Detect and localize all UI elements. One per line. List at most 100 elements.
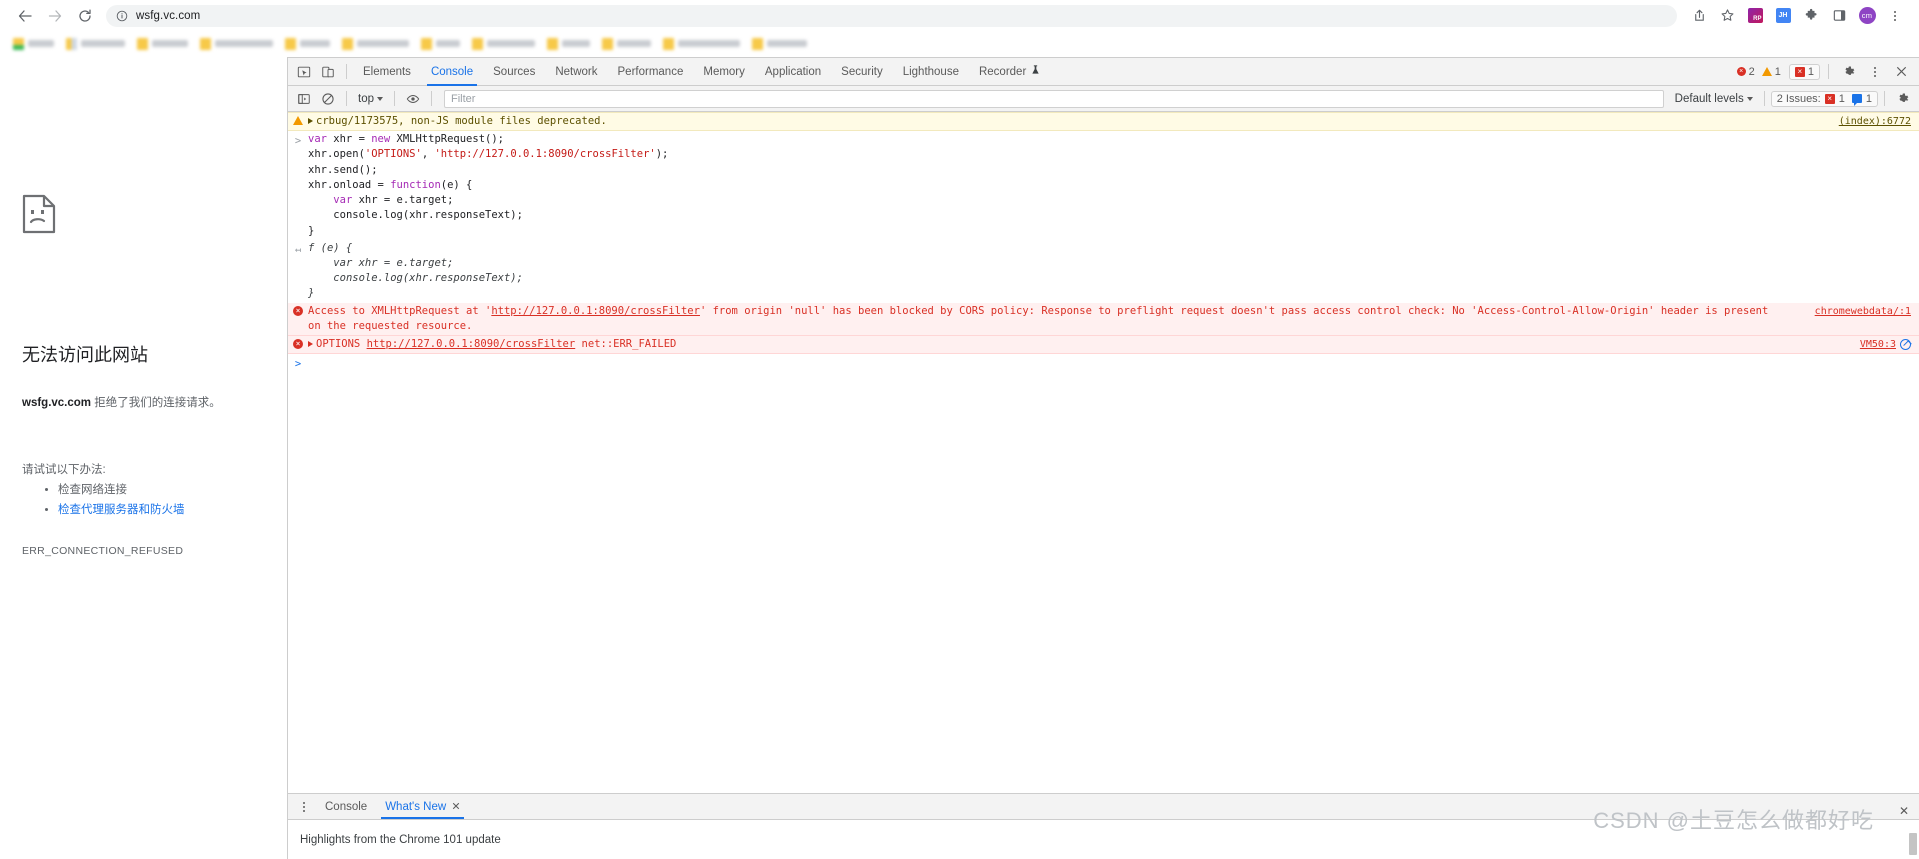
gear-icon[interactable] <box>1837 60 1861 84</box>
tab-lighthouse[interactable]: Lighthouse <box>893 58 969 86</box>
profile-avatar[interactable]: cm <box>1853 2 1881 30</box>
back-arrow-icon[interactable] <box>10 1 40 31</box>
address-bar[interactable]: wsfg.vc.com <box>106 4 1677 27</box>
site-info-icon[interactable] <box>116 10 128 22</box>
favicon <box>752 37 763 50</box>
browser-toolbar: wsfg.vc.com RP JH cm <box>0 0 1919 31</box>
extension-rp-badge: RP <box>1747 8 1763 23</box>
extension-rp-icon[interactable]: RP <box>1741 2 1769 30</box>
bookmark-item[interactable] <box>8 34 59 54</box>
console-message-input[interactable]: > var xhr = new XMLHttpRequest(); xhr.op… <box>288 131 1919 240</box>
console-return-value: f (e) { var xhr = e.target; console.log(… <box>308 241 523 300</box>
issues-counter[interactable]: × 1 <box>1788 63 1820 80</box>
share-icon[interactable] <box>1685 2 1713 30</box>
console-message-warning[interactable]: crbug/1173575, non-JS module files depre… <box>288 112 1919 132</box>
tab-sources[interactable]: Sources <box>483 58 545 86</box>
three-dot-glyph <box>297 801 311 812</box>
drawer-close-icon[interactable]: ✕ <box>1899 804 1909 818</box>
favicon <box>342 37 353 50</box>
devtools-menu-icon[interactable] <box>1863 60 1887 84</box>
forward-arrow-icon[interactable] <box>40 1 70 31</box>
bookmark-item[interactable] <box>416 34 465 54</box>
bookmark-label <box>487 40 535 47</box>
bookmark-item[interactable] <box>597 34 656 54</box>
console-filter-input[interactable]: Filter <box>444 89 1664 108</box>
bookmark-item[interactable] <box>337 34 414 54</box>
inspect-element-icon[interactable] <box>292 60 316 84</box>
bookmark-item[interactable] <box>747 34 812 54</box>
suggestion-item[interactable]: 检查代理服务器和防火墙 <box>58 501 185 521</box>
console-settings-gear-icon[interactable] <box>1891 87 1915 111</box>
tab-label: Lighthouse <box>902 65 959 78</box>
drawer-tab-label: Console <box>325 800 368 813</box>
error-warning-counters[interactable]: × 2 1 <box>1731 64 1787 80</box>
bookmark-item[interactable] <box>280 34 335 54</box>
bookmark-item[interactable] <box>658 34 745 54</box>
log-levels-value: Default levels <box>1674 92 1744 105</box>
bookmark-item[interactable] <box>542 34 595 54</box>
expand-arrow-icon[interactable] <box>308 341 313 348</box>
bookmark-item[interactable] <box>61 34 130 54</box>
console-message-error-cors[interactable]: × Access to XMLHttpRequest at 'http://12… <box>288 302 1919 337</box>
drawer-menu-icon[interactable] <box>292 795 316 819</box>
error-text-prefix: Access to XMLHttpRequest at ' <box>308 304 492 317</box>
tab-elements[interactable]: Elements <box>353 58 421 86</box>
tab-network[interactable]: Network <box>545 58 607 86</box>
console-prompt-icon: > <box>294 358 302 371</box>
error-icon: × <box>288 337 308 352</box>
side-panel-icon[interactable] <box>1825 2 1853 30</box>
neterror-source-link[interactable]: VM50:3 <box>1860 338 1911 353</box>
address-bar-url: wsfg.vc.com <box>136 9 201 22</box>
bookmarks-bar[interactable] <box>0 31 1919 57</box>
close-devtools-icon[interactable] <box>1889 60 1913 84</box>
tab-console[interactable]: Console <box>421 58 483 86</box>
console-error-text: Access to XMLHttpRequest at 'http://127.… <box>308 304 1919 334</box>
reload-icon[interactable] <box>70 1 100 31</box>
favicon <box>472 37 483 50</box>
drawer-tab-console[interactable]: Console <box>316 794 376 819</box>
tab-application[interactable]: Application <box>755 58 831 86</box>
favicon <box>285 37 296 50</box>
bookmark-item[interactable] <box>467 34 540 54</box>
extension-jh-icon[interactable]: JH <box>1769 2 1797 30</box>
bookmark-item[interactable] <box>195 34 278 54</box>
bookmark-label <box>436 40 460 47</box>
drawer-scrollbar-thumb[interactable] <box>1909 833 1917 855</box>
console-prompt-input[interactable] <box>308 357 1919 372</box>
network-request-icon[interactable] <box>1900 338 1911 350</box>
console-message-list[interactable]: crbug/1173575, non-JS module files depre… <box>288 112 1919 793</box>
console-issues-summary[interactable]: 2 Issues: × 1 1 <box>1770 90 1878 107</box>
drawer-tab-whats-new[interactable]: What's New <box>376 794 469 819</box>
error-request-url-link[interactable]: http://127.0.0.1:8090/crossFilter <box>491 305 700 317</box>
console-prompt-row[interactable]: > <box>288 354 1919 372</box>
device-toolbar-icon[interactable] <box>316 60 340 84</box>
bookmark-item[interactable] <box>132 34 193 54</box>
tab-recorder[interactable]: Recorder <box>969 58 1050 86</box>
suggestion-link[interactable]: 检查代理服务器和防火墙 <box>58 504 185 516</box>
tab-security[interactable]: Security <box>831 58 893 86</box>
neterror-source-text: VM50:3 <box>1859 339 1896 351</box>
expand-arrow-icon[interactable] <box>308 118 313 124</box>
neterror-url-link[interactable]: http://127.0.0.1:8090/crossFilter <box>367 338 576 350</box>
drawer-tab-label: What's New <box>385 800 447 813</box>
favicon <box>421 37 432 50</box>
log-levels-dropdown[interactable]: Default levels <box>1670 89 1758 109</box>
favicon <box>663 37 674 50</box>
console-message-error-netfailed[interactable]: × OPTIONS http://127.0.0.1:8090/crossFil… <box>288 336 1919 355</box>
tab-label: Application <box>764 65 822 78</box>
live-expression-eye-icon[interactable] <box>401 87 425 111</box>
console-message-return[interactable]: ↤ f (e) { var xhr = e.target; console.lo… <box>288 240 1919 303</box>
chrome-menu-icon[interactable] <box>1881 2 1909 30</box>
console-sidebar-toggle-icon[interactable] <box>292 87 316 111</box>
warning-source-link[interactable]: (index):6772 <box>1839 115 1911 130</box>
tab-memory[interactable]: Memory <box>693 58 755 86</box>
tab-performance[interactable]: Performance <box>608 58 694 86</box>
error-try-label: 请试试以下办法: <box>22 464 106 476</box>
close-icon[interactable] <box>452 801 460 813</box>
error-source-link[interactable]: chromewebdata/:1 <box>1815 305 1911 320</box>
extensions-puzzle-icon[interactable] <box>1797 2 1825 30</box>
bookmark-star-icon[interactable] <box>1713 2 1741 30</box>
clear-console-icon[interactable] <box>316 87 340 111</box>
tab-label: Elements <box>363 65 411 78</box>
execution-context-dropdown[interactable]: top <box>353 89 388 109</box>
